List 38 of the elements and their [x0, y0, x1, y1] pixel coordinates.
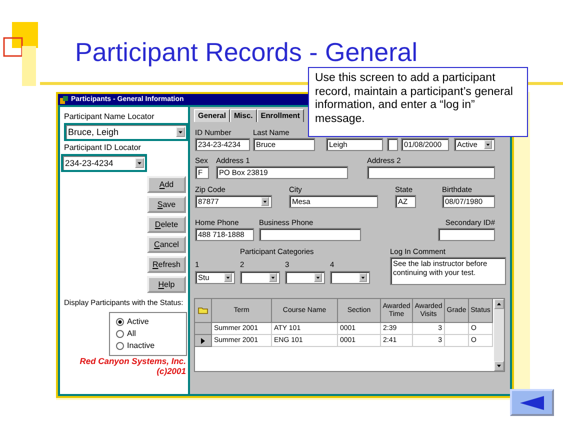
- scroll-down-icon[interactable]: [494, 361, 504, 371]
- radio-button[interactable]: [116, 342, 124, 350]
- slide-title: Participant Records - General: [75, 36, 418, 68]
- back-button[interactable]: [510, 389, 554, 416]
- action-button[interactable]: Refresh: [147, 256, 186, 273]
- locator-dropdown[interactable]: 234-23-4234: [61, 154, 147, 172]
- back-arrow-icon[interactable]: [519, 394, 545, 410]
- copyright-text: (c)2001: [156, 366, 186, 376]
- row-selector[interactable]: [195, 335, 212, 347]
- action-button[interactable]: Help: [147, 276, 186, 293]
- action-button[interactable]: Cancel: [147, 236, 186, 253]
- radio-button[interactable]: [116, 318, 124, 326]
- input-field[interactable]: [367, 166, 495, 179]
- table-cell: [445, 323, 469, 335]
- radio-button[interactable]: [116, 330, 124, 338]
- status-radio-option[interactable]: Active: [116, 316, 186, 327]
- company-name: Red Canyon Systems, Inc.: [78, 356, 186, 366]
- locator-label: Participant ID Locator: [64, 143, 142, 153]
- locator-dropdown[interactable]: Bruce, Leigh: [64, 123, 188, 141]
- action-button[interactable]: Delete: [147, 216, 186, 233]
- table-cell: [445, 335, 469, 347]
- category-dropdown[interactable]: [330, 271, 370, 284]
- scroll-up-icon[interactable]: [494, 299, 504, 309]
- callout-note: Use this screen to add a participant record, maintain a participant’s general information, and enter a “log in” message.: [308, 67, 528, 137]
- action-button[interactable]: Add: [147, 176, 186, 193]
- category-dropdown[interactable]: [285, 271, 325, 284]
- input-field[interactable]: [438, 228, 495, 241]
- input-field[interactable]: [387, 138, 398, 151]
- locator-label: Participant Name Locator: [64, 112, 156, 122]
- scrollbar[interactable]: [494, 299, 504, 371]
- category-dropdown[interactable]: [240, 271, 280, 284]
- input-field[interactable]: [259, 228, 361, 241]
- action-button[interactable]: Save: [147, 196, 186, 213]
- folder-icon[interactable]: [198, 307, 208, 314]
- status-radio-option[interactable]: All: [116, 328, 186, 339]
- row-pointer-icon: [201, 338, 205, 344]
- status-radio-option[interactable]: Inactive: [116, 340, 186, 351]
- app-icon: [60, 96, 68, 104]
